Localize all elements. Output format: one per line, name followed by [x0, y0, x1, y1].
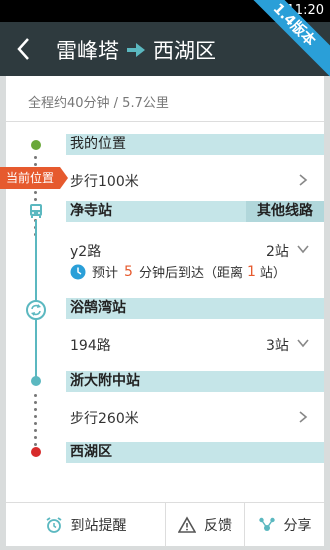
- station-label-3: 浙大附中站: [66, 371, 324, 392]
- chevron-down-icon[interactable]: [296, 338, 310, 348]
- share-icon: [258, 517, 275, 531]
- destination-name: 西湖区: [153, 39, 216, 63]
- header: 雷峰塔 西湖区: [0, 22, 330, 76]
- walk-step-1[interactable]: 步行100米: [70, 171, 139, 191]
- chevron-left-icon: [17, 38, 29, 60]
- eta-info: 预计 5 分钟后到达（距离 1 站）: [70, 262, 286, 281]
- bus-icon: [28, 203, 44, 219]
- destination-label: 西湖区: [66, 442, 324, 463]
- end-dot: [31, 447, 41, 457]
- route-summary: 全程约40分钟 / 5.7公里: [28, 96, 169, 111]
- feedback-button[interactable]: 反馈: [166, 503, 244, 547]
- eta-prefix: 预计: [92, 266, 119, 281]
- station-dot: [31, 376, 41, 386]
- clock-icon: [70, 264, 86, 279]
- eta-suffix: 站）: [259, 266, 286, 281]
- route-title: 雷峰塔 西湖区: [56, 35, 216, 65]
- chevron-right-icon[interactable]: [298, 410, 308, 424]
- my-location-label: 我的位置: [66, 134, 324, 155]
- start-dot: [31, 140, 41, 150]
- origin-name: 雷峰塔: [56, 39, 119, 63]
- transfer-station-label: 浴鹄湾站: [66, 298, 324, 319]
- bus-stops-1: 2站: [266, 244, 289, 260]
- station-name-1: 净寺站: [70, 203, 112, 219]
- arrival-reminder-label: 到站提醒: [70, 518, 127, 534]
- eta-mid: 分钟后到达（距离: [138, 266, 243, 281]
- bus-line-2[interactable]: 194路: [70, 335, 111, 355]
- alarm-clock-icon: [46, 517, 61, 533]
- current-position-tag: 当前位置: [0, 167, 68, 189]
- chevron-right-icon[interactable]: [298, 173, 308, 187]
- chevron-down-icon[interactable]: [296, 244, 310, 254]
- share-button[interactable]: 分享: [245, 503, 324, 547]
- share-label: 分享: [283, 518, 312, 534]
- warning-icon: [178, 516, 196, 533]
- eta-distance: 1: [246, 263, 256, 280]
- walk-dotted-line-2: [34, 394, 38, 450]
- feedback-label: 反馈: [204, 518, 232, 534]
- back-button[interactable]: [14, 36, 34, 62]
- arrival-reminder-button[interactable]: 到站提醒: [6, 503, 165, 547]
- eta-minutes: 5: [124, 263, 133, 280]
- bus-line-1[interactable]: y2路: [70, 241, 101, 261]
- bottom-toolbar: 到站提醒 反馈 分享: [6, 502, 324, 547]
- arrow-right-icon: [127, 43, 145, 57]
- station-label-1: 净寺站 其他线路: [66, 201, 324, 222]
- other-lines-button[interactable]: 其他线路: [246, 201, 324, 222]
- walk-step-2[interactable]: 步行260米: [70, 408, 139, 428]
- route-card: 全程约40分钟 / 5.7公里 我的位置 步行100米 净寺站 其他线路 y2路…: [6, 76, 324, 502]
- transfer-icon: [26, 300, 46, 320]
- bus-line: [35, 220, 37, 378]
- bus-stops-2: 3站: [266, 338, 289, 354]
- divider: [6, 121, 324, 122]
